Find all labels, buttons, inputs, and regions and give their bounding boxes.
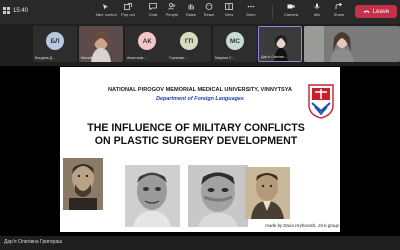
avatar: АК bbox=[138, 32, 156, 50]
participants-grid-icon[interactable] bbox=[3, 7, 10, 14]
slide-title: THE INFLUENCE OF MILITARY CONFLICTS ON P… bbox=[87, 122, 305, 147]
mic-label: Mic bbox=[313, 12, 321, 17]
mic-button[interactable]: Mic bbox=[306, 3, 328, 17]
people-label: People bbox=[165, 12, 179, 17]
more-label: More bbox=[246, 12, 256, 17]
leave-label: Leave bbox=[372, 8, 390, 15]
share-label: Share bbox=[333, 12, 345, 17]
participant-tile[interactable]: МС Марина С... bbox=[213, 26, 257, 62]
raise-hand-icon bbox=[188, 4, 194, 10]
presentation-slide: NATIONAL PIROGOV MEMORIAL MEDICAL UNIVER… bbox=[60, 67, 340, 232]
mic-icon bbox=[314, 3, 320, 9]
slide-university: NATIONAL PIROGOV MEMORIAL MEDICAL UNIVER… bbox=[108, 87, 292, 93]
react-button[interactable]: React bbox=[198, 3, 220, 17]
participant-tile[interactable]: БЛ Богдана Д... bbox=[33, 26, 77, 62]
leave-button[interactable]: Leave bbox=[355, 5, 397, 18]
participant-video-tile[interactable]: Михайлин... bbox=[79, 26, 123, 62]
take-control-label: Take control bbox=[95, 12, 117, 17]
view-icon bbox=[225, 3, 233, 10]
participant-tile[interactable]: ГП Горленко ... bbox=[167, 26, 211, 62]
view-button[interactable]: View bbox=[218, 3, 240, 17]
participant-name: Богдана Д... bbox=[35, 56, 56, 60]
participant-name: Марина С... bbox=[215, 56, 235, 60]
pop-out-icon bbox=[124, 3, 132, 10]
presenter-bar: Дар'я Олегівна Григораш bbox=[0, 236, 400, 250]
participant-name: Дар'я Олегівн... bbox=[261, 55, 287, 59]
historic-portrait-1 bbox=[63, 158, 103, 210]
slide-department: Department of Foreign Languages bbox=[156, 96, 244, 102]
meeting-toolbar: 15:40 Take control Pop out Chat People R… bbox=[0, 0, 400, 24]
slide-author-credit: made by Daria Hryhorash, 15-b group bbox=[265, 223, 339, 228]
camera-button[interactable]: Camera bbox=[278, 3, 304, 17]
take-control-button[interactable]: Take control bbox=[95, 3, 117, 17]
share-button[interactable]: Share bbox=[328, 3, 350, 17]
historic-portrait-2 bbox=[125, 165, 180, 227]
camera-label: Camera bbox=[283, 12, 299, 17]
toolbar-divider bbox=[272, 5, 273, 19]
view-label: View bbox=[224, 12, 234, 17]
share-icon bbox=[335, 3, 343, 9]
react-label: React bbox=[203, 12, 215, 17]
phone-hangup-icon bbox=[363, 10, 370, 13]
historic-portrait-4 bbox=[245, 167, 290, 219]
more-icon bbox=[247, 5, 255, 8]
participant-video-tile[interactable]: Дар'я Олегівн... bbox=[258, 26, 302, 62]
raise-hand-label: Raise bbox=[185, 12, 197, 17]
university-logo-icon bbox=[308, 84, 334, 119]
take-control-icon bbox=[103, 4, 108, 10]
avatar: МС bbox=[226, 32, 244, 50]
participant-tile[interactable]: АК Анастасія ... bbox=[125, 26, 169, 62]
toolbar-left: 15:40 bbox=[3, 7, 28, 14]
more-button[interactable]: More bbox=[240, 3, 262, 17]
participant-name: Горленко ... bbox=[169, 56, 189, 60]
chat-label: Chat bbox=[148, 12, 158, 17]
avatar: ГП bbox=[180, 32, 198, 50]
participant-name: Анастасія ... bbox=[127, 56, 148, 60]
pop-out-button[interactable]: Pop out bbox=[117, 3, 139, 17]
chat-icon bbox=[149, 3, 157, 10]
camera-icon bbox=[287, 4, 295, 9]
self-video-tile[interactable] bbox=[304, 26, 400, 62]
people-icon bbox=[168, 3, 176, 10]
meeting-timer: 15:40 bbox=[13, 7, 29, 14]
react-icon bbox=[205, 3, 213, 10]
participant-name: Михайлин... bbox=[81, 56, 101, 60]
self-video bbox=[304, 26, 400, 62]
pop-out-label: Pop out bbox=[121, 12, 135, 17]
avatar: БЛ bbox=[46, 32, 64, 50]
historic-portrait-3 bbox=[188, 165, 248, 227]
presenter-name: Дар'я Олегівна Григораш bbox=[4, 239, 63, 245]
